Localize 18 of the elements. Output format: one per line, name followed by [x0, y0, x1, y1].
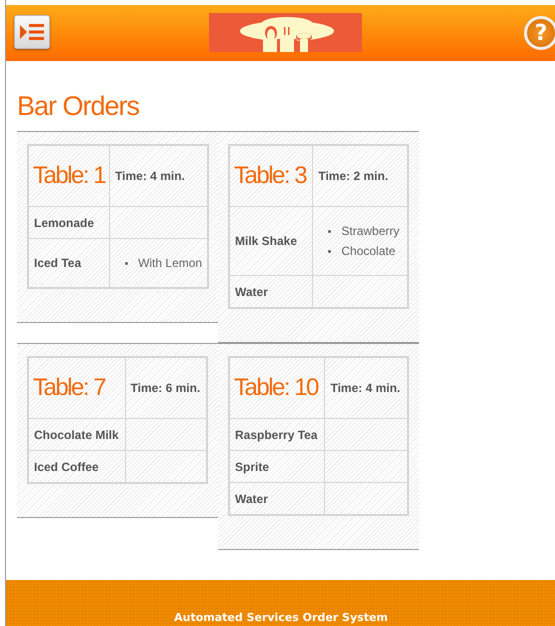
drink-option: With Lemon	[125, 253, 202, 273]
drink-name: Milk Shake	[229, 206, 313, 276]
drink-name: Lemonade	[28, 206, 110, 238]
table-number: Table: 10	[229, 357, 325, 418]
drink-name: Chocolate Milk	[28, 418, 125, 450]
logo-icon	[209, 13, 362, 52]
footer-text: Automated Services Order System	[174, 611, 388, 624]
page-title: Bar Orders	[17, 91, 140, 123]
help-button[interactable]: ?	[524, 16, 555, 50]
menu-icon	[20, 23, 44, 41]
drink-name: Raspberry Tea	[229, 418, 325, 450]
table-number: Table: 7	[28, 357, 125, 418]
menu-button[interactable]	[14, 15, 50, 49]
table-number: Table: 1	[28, 145, 110, 206]
drink-option: Strawberry	[328, 221, 402, 241]
drink-option: Chocolate	[328, 241, 402, 261]
table-number: Table: 3	[229, 145, 313, 206]
drink-name: Sprite	[229, 450, 325, 482]
